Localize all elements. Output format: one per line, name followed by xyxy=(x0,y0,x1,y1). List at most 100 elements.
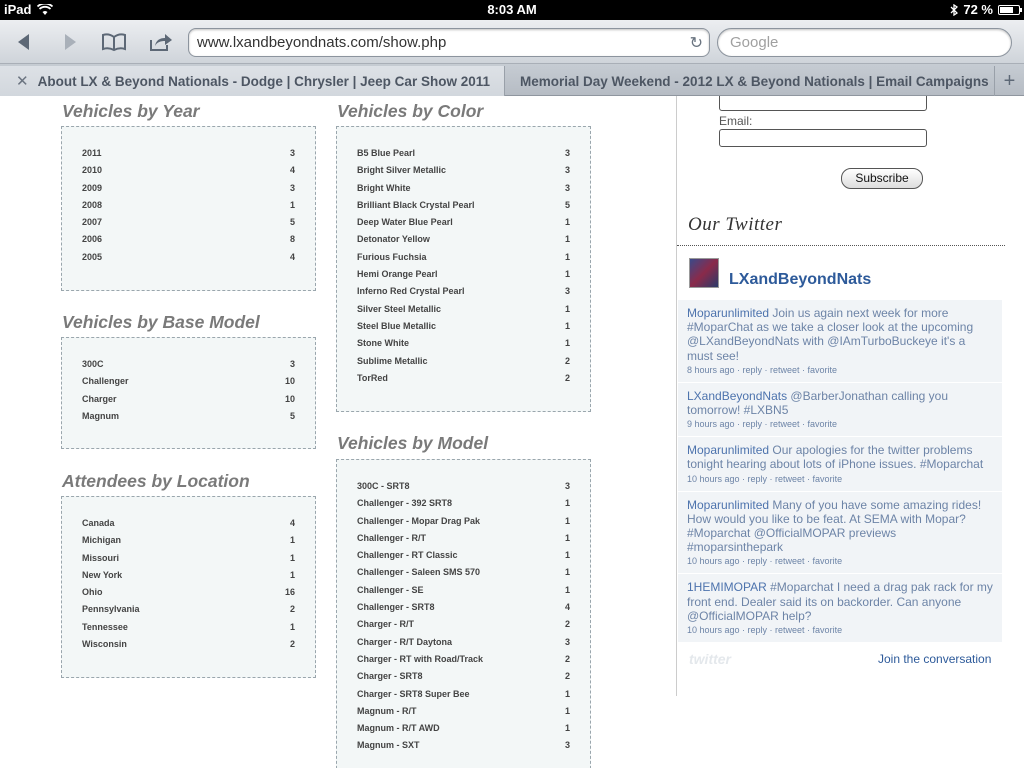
item-count: 16 xyxy=(284,587,295,598)
bookmarks-button[interactable] xyxy=(100,28,128,56)
tweet-meta[interactable]: 10 hours ago · reply · retweet · favorit… xyxy=(687,473,993,485)
share-icon xyxy=(150,34,172,51)
avatar[interactable] xyxy=(689,258,719,288)
tweet: Moparunlimited Many of you have some ama… xyxy=(678,491,1002,575)
item-label: New York xyxy=(82,569,123,580)
item-count: 1 xyxy=(564,269,570,280)
tweet-meta[interactable]: 10 hours ago · reply · retweet · favorit… xyxy=(687,624,993,636)
tweet-author-link[interactable]: Moparunlimited xyxy=(687,306,769,320)
table-base-model: 300C 3 Challenger 10 Charger 10 Magnum 5 xyxy=(61,337,316,449)
item-label: Bright Silver Metallic xyxy=(357,165,447,176)
item-count: 2 xyxy=(564,619,570,630)
item-label: B5 Blue Pearl xyxy=(357,148,416,158)
table-color: B5 Blue Pearl 3 Bright Silver Metallic 3 Bri… xyxy=(336,126,591,412)
reload-icon[interactable]: ↻ xyxy=(690,33,703,53)
item-label: Magnum xyxy=(82,410,119,421)
list-item: Challenger - RT Classic 1 xyxy=(357,547,570,564)
item-count: 3 xyxy=(564,182,570,193)
table-year: 2011 3 2010 4 2009 3 2008 1 2007 5 2006 8 2005 4 xyxy=(61,126,316,291)
tab-inactive[interactable]: Memorial Day Weekend - 2012 LX & Beyond … xyxy=(520,66,990,96)
list-item: New York 1 xyxy=(82,567,295,584)
item-count: 1 xyxy=(564,705,570,716)
new-tab-button[interactable]: + xyxy=(994,66,1024,96)
list-item: Pennsylvania 2 xyxy=(82,601,295,618)
item-label: 2005 xyxy=(82,251,103,262)
item-count: 1 xyxy=(289,621,295,632)
item-count: 10 xyxy=(284,393,295,404)
item-count: 3 xyxy=(564,636,570,647)
item-count: 3 xyxy=(289,182,295,193)
item-label: Deep Water Blue Pearl xyxy=(357,217,453,228)
twitter-heading: Our Twitter xyxy=(688,214,783,235)
list-item: Challenger 10 xyxy=(82,373,295,390)
tweet-author-link[interactable]: LXandBeyondNats xyxy=(687,389,787,403)
item-count: 5 xyxy=(289,217,295,228)
item-label: Inferno Red Crystal Pearl xyxy=(357,286,465,297)
list-item: Furious Fuchsia 1 xyxy=(357,249,570,266)
item-label: 2008 xyxy=(82,199,103,210)
tab-active[interactable]: ✕ About LX & Beyond Nationals - Dodge | … xyxy=(0,66,505,96)
item-count: 1 xyxy=(564,515,570,526)
list-item: 2007 5 xyxy=(82,214,295,231)
table-location: Canada 4 Michigan 1 Missouri 1 New York 1 Ohio 16… xyxy=(61,496,316,678)
list-item: Deep Water Blue Pearl 1 xyxy=(357,214,570,231)
item-count: 1 xyxy=(564,532,570,543)
clock: 8:03 AM xyxy=(487,2,537,17)
item-count: 2 xyxy=(564,355,570,366)
url-text: www.lxandbeyondnats.com/show.php xyxy=(197,34,447,51)
item-label: Challenger - Mopar Drag Pak xyxy=(357,515,481,526)
back-button[interactable] xyxy=(12,28,36,56)
sidebar: Email: Subscribe Our Twitter LXandBeyond… xyxy=(676,96,1006,696)
tweet: Moparunlimited Our apologies for the twi… xyxy=(678,437,1002,492)
name-field[interactable] xyxy=(719,96,927,111)
list-item: Challenger - SRT8 4 xyxy=(357,599,570,616)
stat-list: 300C 3 Challenger 10 Charger 10 Magnum 5 xyxy=(62,338,315,425)
table-model: 300C - SRT8 3 Challenger - 392 SRT8 1 Challe… xyxy=(336,459,591,768)
item-label: Challenger - Saleen SMS 570 xyxy=(357,567,481,578)
item-label: 2007 xyxy=(82,217,103,228)
item-label: Charger - SRT8 Super Bee xyxy=(357,688,470,699)
twitter-username-link[interactable]: LXandBeyondNats xyxy=(729,271,871,289)
list-item: Sublime Metallic 2 xyxy=(357,353,570,370)
tweet: LXandBeyondNats @BarberJonathan calling … xyxy=(678,382,1002,438)
item-count: 1 xyxy=(564,498,570,509)
email-field[interactable] xyxy=(719,129,927,147)
list-item: Wisconsin 2 xyxy=(82,636,295,653)
item-label: 2006 xyxy=(82,234,103,245)
item-count: 1 xyxy=(564,338,570,349)
book-icon xyxy=(102,33,126,52)
forward-arrow-icon xyxy=(65,34,76,50)
list-item: Ohio 16 xyxy=(82,584,295,601)
item-label: Bright White xyxy=(357,182,411,193)
tab-title: Memorial Day Weekend - 2012 LX & Beyond … xyxy=(520,73,989,89)
list-item: Bright Silver Metallic 3 xyxy=(357,162,570,179)
item-label: Pennsylvania xyxy=(82,604,140,615)
tweet-meta[interactable]: 9 hours ago · reply · retweet · favorite xyxy=(687,418,993,430)
item-label: Furious Fuchsia xyxy=(357,251,427,262)
item-label: Michigan xyxy=(82,535,122,546)
item-label: Challenger - SE xyxy=(357,584,424,595)
forward-button[interactable] xyxy=(58,28,82,56)
list-item: Magnum - SXT 3 xyxy=(357,737,570,754)
item-label: Hemi Orange Pearl xyxy=(357,269,438,280)
item-count: 5 xyxy=(564,199,570,210)
search-field[interactable]: Google xyxy=(717,28,1012,57)
back-arrow-icon xyxy=(18,34,29,50)
share-button[interactable] xyxy=(148,28,174,56)
tab-title: About LX & Beyond Nationals - Dodge | Ch… xyxy=(37,73,490,89)
subscribe-button[interactable]: Subscribe xyxy=(841,168,923,189)
tweet-author-link[interactable]: Moparunlimited xyxy=(687,443,769,457)
tweet-meta[interactable]: 10 hours ago · reply · retweet · favorit… xyxy=(687,555,993,567)
item-label: Missouri xyxy=(82,552,120,563)
item-count: 3 xyxy=(564,148,570,158)
list-item: Bright White 3 xyxy=(357,180,570,197)
tweet-meta[interactable]: 8 hours ago · reply · retweet · favorite xyxy=(687,364,993,376)
list-item: 2009 3 xyxy=(82,180,295,197)
close-tab-icon[interactable]: ✕ xyxy=(16,72,29,90)
join-conversation-link[interactable]: Join the conversation xyxy=(878,652,991,666)
tweet-author-link[interactable]: Moparunlimited xyxy=(687,498,769,512)
list-item: Charger - SRT8 2 xyxy=(357,668,570,685)
address-bar[interactable]: www.lxandbeyondnats.com/show.php ↻ xyxy=(188,28,710,57)
tweet-author-link[interactable]: 1HEMIMOPAR xyxy=(687,580,767,594)
item-count: 2 xyxy=(564,653,570,664)
